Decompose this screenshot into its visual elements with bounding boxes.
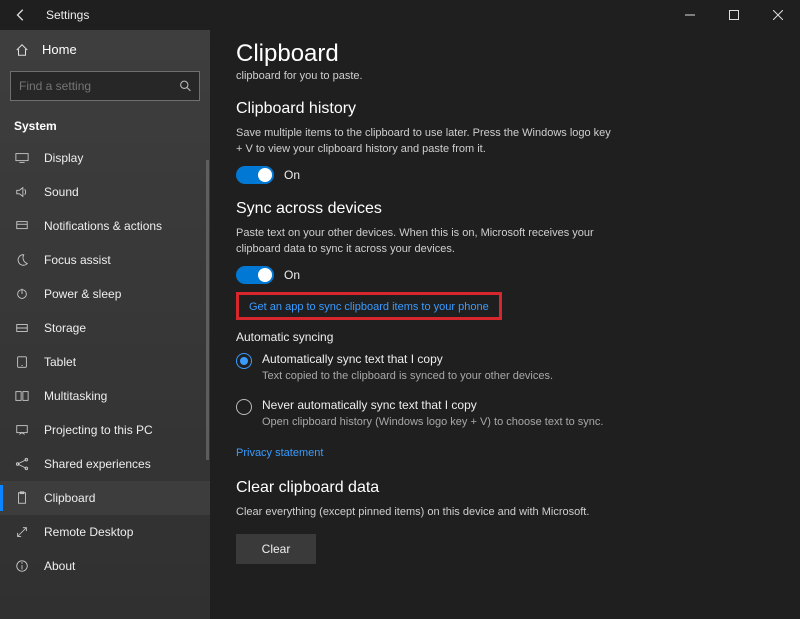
window-title: Settings	[42, 8, 89, 22]
sidebar-item-sound[interactable]: Sound	[0, 175, 210, 209]
content-pane: Clipboard clipboard for you to paste. Cl…	[210, 30, 800, 619]
sidebar-item-label: About	[44, 559, 75, 573]
radio-never-sync[interactable]: Never automatically sync text that I cop…	[236, 398, 636, 430]
sidebar-item-display[interactable]: Display	[0, 141, 210, 175]
page-intro: clipboard for you to paste.	[236, 70, 774, 82]
clipboard-history-heading: Clipboard history	[236, 100, 774, 118]
sound-icon	[14, 185, 30, 199]
arrow-left-icon	[14, 8, 28, 22]
radio-auto-sync[interactable]: Automatically sync text that I copy Text…	[236, 352, 636, 384]
clear-desc: Clear everything (except pinned items) o…	[236, 505, 616, 521]
home-button[interactable]: Home	[0, 34, 210, 65]
back-button[interactable]	[0, 0, 42, 30]
sync-toggle[interactable]	[236, 266, 274, 284]
notifications-icon	[14, 219, 30, 233]
share-icon	[14, 457, 30, 471]
sidebar-item-label: Display	[44, 151, 83, 165]
minimize-icon	[685, 10, 695, 20]
minimize-button[interactable]	[668, 0, 712, 30]
sync-toggle-label: On	[284, 268, 300, 282]
sync-desc: Paste text on your other devices. When t…	[236, 226, 616, 258]
sidebar-item-remote-desktop[interactable]: Remote Desktop	[0, 515, 210, 549]
monitor-icon	[14, 151, 30, 165]
moon-icon	[14, 253, 30, 267]
sidebar-item-projecting[interactable]: Projecting to this PC	[0, 413, 210, 447]
sidebar-item-multitasking[interactable]: Multitasking	[0, 379, 210, 413]
radio-hint: Text copied to the clipboard is synced t…	[262, 369, 553, 384]
close-icon	[773, 10, 783, 20]
clipboard-history-toggle[interactable]	[236, 166, 274, 184]
radio-label: Automatically sync text that I copy	[262, 352, 553, 366]
sidebar-item-focus-assist[interactable]: Focus assist	[0, 243, 210, 277]
sidebar-item-label: Power & sleep	[44, 287, 121, 301]
sidebar-item-label: Storage	[44, 321, 86, 335]
privacy-statement-link[interactable]: Privacy statement	[236, 447, 323, 459]
sidebar-item-tablet[interactable]: Tablet	[0, 345, 210, 379]
tablet-icon	[14, 355, 30, 369]
clear-heading: Clear clipboard data	[236, 479, 774, 497]
sidebar-item-label: Notifications & actions	[44, 219, 162, 233]
titlebar: Settings	[0, 0, 800, 30]
remote-desktop-icon	[14, 525, 30, 539]
sidebar-item-label: Remote Desktop	[44, 525, 133, 539]
radio-icon	[236, 353, 252, 369]
search-input[interactable]	[10, 71, 200, 101]
info-icon	[14, 559, 30, 573]
clipboard-history-toggle-label: On	[284, 168, 300, 182]
automatic-syncing-heading: Automatic syncing	[236, 330, 774, 344]
sidebar-item-notifications[interactable]: Notifications & actions	[0, 209, 210, 243]
clipboard-history-desc: Save multiple items to the clipboard to …	[236, 126, 616, 158]
sidebar-item-label: Shared experiences	[44, 457, 151, 471]
clear-button[interactable]: Clear	[236, 534, 316, 564]
sidebar-item-shared-experiences[interactable]: Shared experiences	[0, 447, 210, 481]
sidebar-section-header: System	[0, 111, 210, 139]
get-app-link[interactable]: Get an app to sync clipboard items to yo…	[249, 301, 489, 313]
close-button[interactable]	[756, 0, 800, 30]
sidebar-item-storage[interactable]: Storage	[0, 311, 210, 345]
multitasking-icon	[14, 389, 30, 403]
maximize-icon	[729, 10, 739, 20]
radio-label: Never automatically sync text that I cop…	[262, 398, 603, 412]
home-icon	[14, 43, 30, 57]
radio-hint: Open clipboard history (Windows logo key…	[262, 415, 603, 430]
sync-heading: Sync across devices	[236, 200, 774, 218]
sidebar-scrollbar[interactable]	[206, 160, 209, 460]
sidebar-item-about[interactable]: About	[0, 549, 210, 583]
sidebar-item-label: Tablet	[44, 355, 76, 369]
sidebar-item-label: Multitasking	[44, 389, 107, 403]
power-icon	[14, 287, 30, 301]
sidebar-item-label: Clipboard	[44, 491, 95, 505]
sidebar-item-power-sleep[interactable]: Power & sleep	[0, 277, 210, 311]
sidebar-item-clipboard[interactable]: Clipboard	[0, 481, 210, 515]
sidebar-item-label: Focus assist	[44, 253, 111, 267]
project-icon	[14, 423, 30, 437]
sidebar-item-label: Sound	[44, 185, 79, 199]
radio-icon	[236, 399, 252, 415]
storage-icon	[14, 321, 30, 335]
sidebar: Home System Display Sound Notificatio	[0, 30, 210, 619]
get-app-callout: Get an app to sync clipboard items to yo…	[236, 292, 502, 320]
home-label: Home	[42, 42, 77, 57]
page-title: Clipboard	[236, 40, 774, 68]
sidebar-item-label: Projecting to this PC	[44, 423, 153, 437]
maximize-button[interactable]	[712, 0, 756, 30]
clipboard-icon	[14, 491, 30, 505]
